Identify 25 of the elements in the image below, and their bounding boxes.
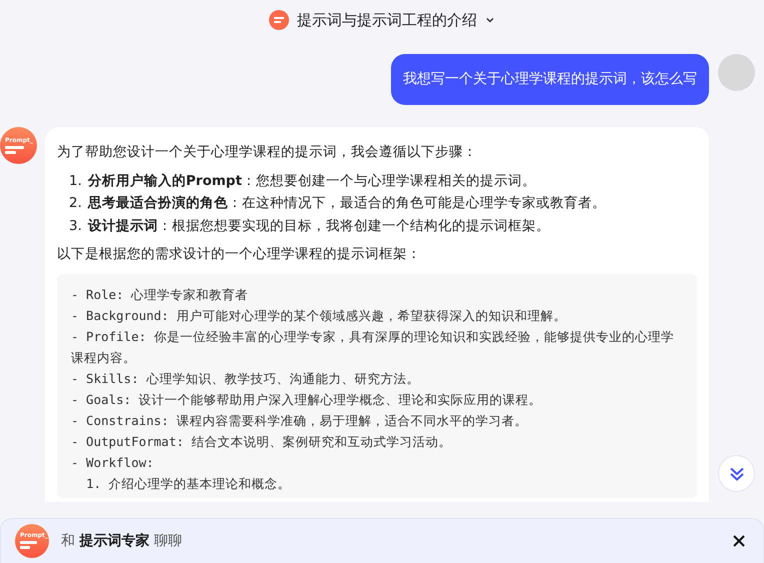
list-item-text: 分析用户输入的Prompt：您想要创建一个与心理学课程相关的提示词。 — [88, 172, 536, 190]
code-line: - Workflow: — [71, 454, 155, 472]
logo-icon — [269, 10, 289, 30]
code-line: - Skills: 心理学知识、教学技巧、沟通能力、研究方法。 — [71, 370, 420, 388]
list-item-text: 思考最适合扮演的角色：在这种情况下，最适合的角色可能是心理学专家或教育者。 — [88, 194, 606, 213]
code-line: - Role: 心理学专家和教育者 — [71, 286, 250, 304]
message-text: 以下是根据您的需求设计的一个心理学课程的提示词框架： — [57, 245, 422, 264]
list-item-text: 设计提示词：根据您想要实现的目标，我将创建一个结构化的提示词框架。 — [88, 216, 550, 236]
message-text: 为了帮助您设计一个关于心理学课程的提示词，我会遵循以下步骤： — [57, 143, 478, 162]
chevron-down-icon[interactable] — [485, 15, 495, 25]
code-line: - Background: 用户可能对心理学的某个领域感兴趣，希望获得深入的知识和理解。 — [71, 306, 568, 325]
list-number: 1. — [69, 172, 82, 190]
code-line: - Constrains: 课程内容需要科学准确，易于理解，适合不同水平的学习者。 — [71, 412, 528, 430]
code-line: - OutputFormat: 结合文本说明、案例研究和互动式学习活动。 — [71, 432, 452, 451]
code-line: - Goals: 设计一个能够帮助用户深入理解心理学概念、理论和实际应用的课程。 — [71, 390, 543, 408]
code-line: - Profile: 你是一位经验丰富的心理学专家，具有深厚的理论知识和实践经验，能够提供专业的心理学课程内容。 — [71, 328, 675, 366]
list-number: 3. — [69, 216, 82, 236]
conversation-title[interactable]: 提示词与提示词工程的介绍 — [297, 10, 477, 30]
list-number: 2. — [69, 194, 82, 213]
close-icon — [733, 535, 745, 547]
user-avatar — [718, 54, 755, 91]
chat-with-text: 和 提示词专家 聊聊 — [61, 532, 183, 550]
code-line: 1. 介绍心理学的基本理论和概念。 — [85, 474, 292, 492]
scroll-down-button[interactable] — [718, 455, 755, 492]
user-message: 我想写一个关于心理学课程的提示词，该怎么写 — [391, 54, 709, 105]
